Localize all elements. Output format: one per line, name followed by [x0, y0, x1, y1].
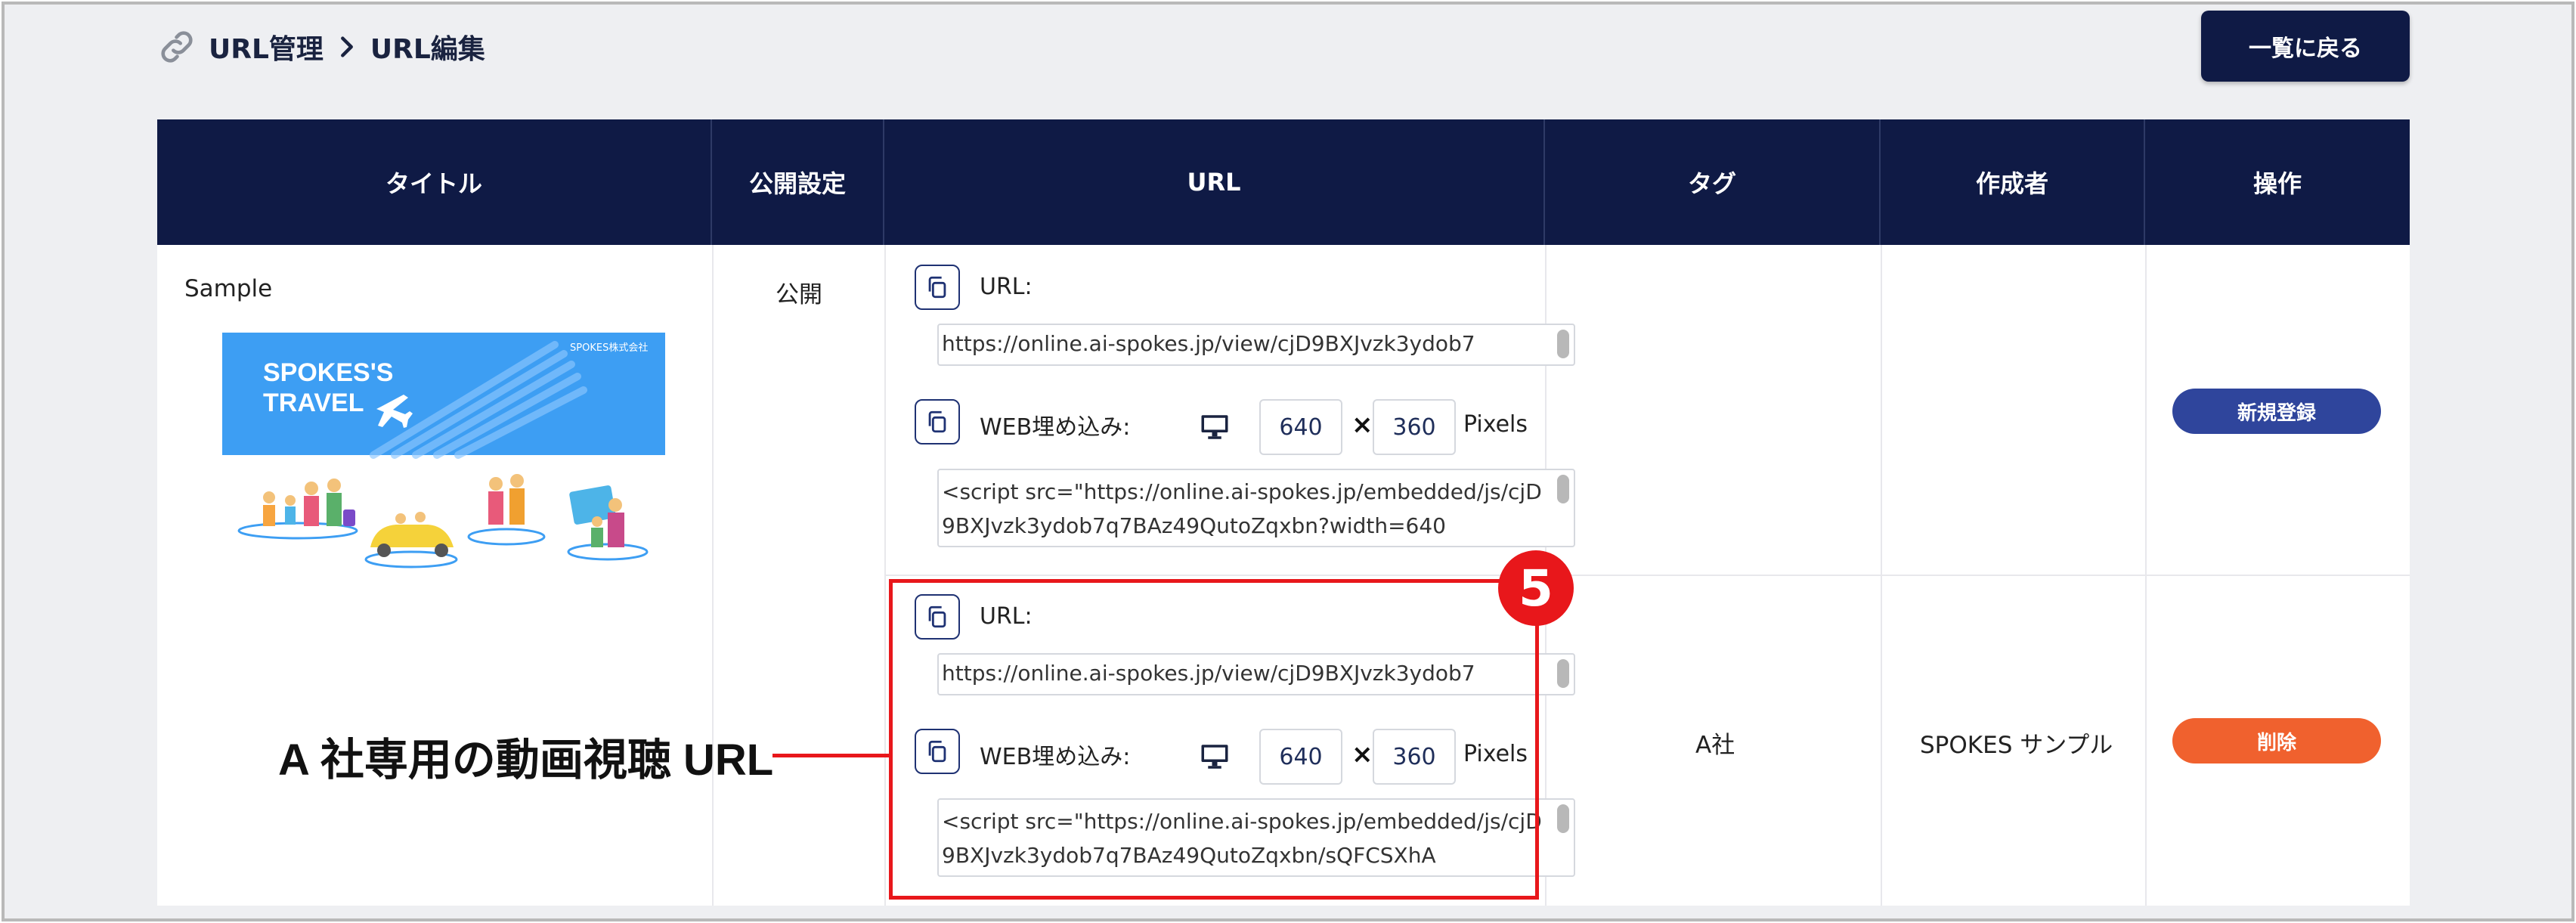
copy-icon	[928, 410, 946, 433]
embed-code-value: <script src="https://online.ai-spokes.jp…	[942, 479, 1542, 538]
register-button[interactable]: 新規登録	[2172, 389, 2381, 434]
column-divider	[712, 245, 714, 906]
embed-label: WEB埋め込み:	[980, 414, 1131, 441]
column-header-visibility: 公開設定	[712, 119, 884, 245]
row-divider	[884, 575, 2410, 576]
url-label: URL:	[980, 274, 1033, 300]
column-header-actions: 操作	[2252, 169, 2302, 198]
embed-height-input[interactable]	[1373, 399, 1456, 455]
callout-label: A 社専用の動画視聴 URL	[278, 736, 774, 785]
travel-illustration	[237, 474, 649, 568]
scrollbar[interactable]	[1557, 330, 1569, 358]
tag-value: A社	[1695, 732, 1735, 759]
callout-line	[772, 754, 890, 757]
breadcrumb-item-url-edit: URL編集	[370, 34, 485, 65]
column-header-tag: タグ	[1545, 119, 1881, 245]
embed-code-field[interactable]: <script src="https://online.ai-spokes.jp…	[937, 469, 1575, 547]
delete-button[interactable]: 削除	[2172, 718, 2381, 763]
url-value: https://online.ai-spokes.jp/view/cjD9BXJ…	[942, 331, 1475, 356]
banner-company: SPOKES株式会社	[570, 342, 648, 354]
row-title: Sample	[184, 275, 273, 302]
copy-url-button[interactable]	[915, 265, 960, 310]
back-to-list-button[interactable]: 一覧に戻る	[2201, 11, 2410, 82]
banner-title-line2: TRAVEL	[263, 389, 364, 417]
monitor-icon	[1201, 415, 1228, 439]
copy-embed-button[interactable]	[915, 399, 960, 444]
highlight-box	[889, 579, 1539, 900]
pixels-label: Pixels	[1463, 411, 1528, 438]
step-badge: 5	[1498, 550, 1574, 626]
column-header-url: URL	[884, 119, 1545, 245]
link-icon	[161, 31, 193, 63]
row-visibility: 公開	[776, 281, 822, 308]
author-value: SPOKES サンプル	[1920, 732, 2113, 759]
column-header-title: タイトル	[157, 119, 712, 245]
breadcrumb: URL管理 URL編集	[156, 23, 485, 71]
table-header: タイトル 公開設定 URL タグ 作成者 操作	[157, 119, 2410, 245]
embed-width-input[interactable]	[1259, 399, 1342, 455]
url-entry-1: URL: https://online.ai-spokes.jp/view/cj…	[912, 263, 1575, 565]
chevron-right-icon	[340, 36, 353, 57]
times-sign: ×	[1351, 410, 1373, 440]
column-header-author: 作成者	[1881, 119, 2145, 245]
video-thumbnail[interactable]: SPOKES'S TRAVEL SPOKES株式会社	[222, 333, 665, 575]
url-field[interactable]: https://online.ai-spokes.jp/view/cjD9BXJ…	[937, 324, 1575, 366]
copy-icon	[928, 276, 946, 299]
breadcrumb-item-url-management[interactable]: URL管理	[209, 27, 324, 67]
banner-title-line1: SPOKES'S	[263, 358, 393, 387]
scrollbar[interactable]	[1557, 804, 1569, 833]
scrollbar[interactable]	[1557, 659, 1569, 688]
scrollbar[interactable]	[1557, 475, 1569, 503]
